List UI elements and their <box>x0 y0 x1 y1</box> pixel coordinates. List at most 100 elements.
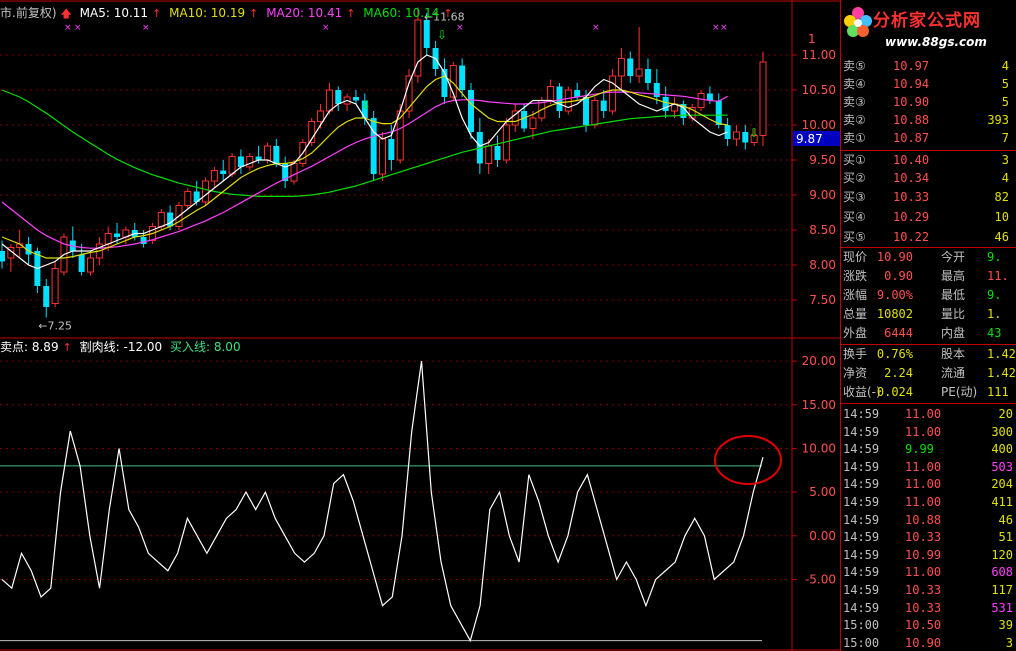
candle-body <box>529 117 537 129</box>
tick-row[interactable]: 14:59 11.00 300 <box>841 424 1016 440</box>
ask-row[interactable]: 卖① 10.87 7 <box>841 130 1016 146</box>
tick-time: 14:59 <box>843 477 880 492</box>
tick-volume: 3 <box>1005 635 1013 650</box>
candle-body <box>202 180 210 203</box>
bid-price: 10.22 <box>893 230 930 244</box>
info-key: 流通 <box>941 366 966 380</box>
y-tick-label: 8.00 <box>809 258 836 272</box>
tick-volume: 117 <box>991 583 1013 597</box>
tick-row[interactable]: 14:59 10.33 531 <box>841 600 1016 616</box>
tick-row[interactable]: 14:59 10.88 46 <box>841 512 1016 528</box>
quote-key: 今开 <box>941 250 966 264</box>
quote-key: 涨跌 <box>843 269 868 283</box>
y-tick-label: 1 <box>808 32 816 46</box>
ask-label: 卖④ <box>843 77 866 91</box>
signal-line <box>1 361 764 643</box>
bid-label: 买② <box>843 171 866 185</box>
candle-body <box>732 131 740 140</box>
tick-row[interactable]: 14:59 9.99 400 <box>841 441 1016 457</box>
tick-price: 11.00 <box>905 565 942 580</box>
y-tick-label: 20.00 <box>802 354 836 368</box>
site-logo: 分析家公式网 www.88gs.com <box>841 0 1016 58</box>
ask-label: 卖② <box>843 113 866 127</box>
bid-row[interactable]: 买① 10.40 3 <box>841 152 1016 168</box>
y-tick-label: 5.00 <box>809 485 836 499</box>
bid-volume: 3 <box>1001 153 1009 167</box>
candle-body <box>574 90 581 97</box>
tick-time: 14:59 <box>843 459 880 474</box>
divider <box>841 344 1016 345</box>
buy-arrow-icon: ⇩ <box>437 28 447 42</box>
ask-label: 卖⑤ <box>843 59 866 73</box>
tick-row[interactable]: 14:59 10.33 117 <box>841 582 1016 598</box>
up-arrow-icon: ↑ <box>443 7 453 20</box>
tick-price: 11.00 <box>905 407 942 421</box>
quote-value: 9.00% <box>876 288 913 302</box>
candle-body <box>459 65 466 90</box>
y-tick-label: 9.50 <box>809 153 836 167</box>
tick-time: 15:00 <box>843 618 880 633</box>
bid-row[interactable]: 买⑤ 10.22 46 <box>841 229 1016 245</box>
y-tick-label: 10.50 <box>802 83 836 97</box>
up-arrow-icon: ↑ <box>346 7 356 20</box>
signal-x-icon: × <box>592 23 600 33</box>
y-tick-label: 0.00 <box>809 529 836 543</box>
candle-body <box>627 58 634 76</box>
ask-label: 卖③ <box>843 95 866 109</box>
candle-body <box>583 97 590 125</box>
tick-volume: 411 <box>991 495 1013 509</box>
candle-body <box>104 233 112 245</box>
y-tick-label: 11.00 <box>802 48 836 62</box>
up-arrow-icon: 🡅 <box>60 7 72 20</box>
tick-row[interactable]: 14:59 11.00 608 <box>841 564 1016 580</box>
quote-value: 10802 <box>876 307 913 321</box>
tick-row[interactable]: 14:59 11.00 204 <box>841 476 1016 492</box>
sell-point-label: 卖点: 8.89 <box>0 340 59 354</box>
chart-area[interactable]: 11.00 10.50 10.00 9.50 9.00 8.50 8.00 7.50 1 9.87… <box>0 0 840 651</box>
tick-price: 10.33 <box>905 600 942 615</box>
y-tick-label: 8.50 <box>809 223 836 237</box>
candle-body <box>246 156 254 168</box>
bid-price: 10.29 <box>893 210 930 224</box>
bid-label: 买⑤ <box>843 230 866 244</box>
indicator-legend: 卖点: 8.89 ↑ 割肉线: -12.00 买入线: 8.00 <box>0 340 245 355</box>
tick-row[interactable]: 14:59 11.00 20 <box>841 406 1016 422</box>
current-price-tag: 9.87 <box>796 132 823 146</box>
tick-row[interactable]: 14:59 11.00 503 <box>841 459 1016 475</box>
ma10-label: MA10: 10.19 <box>169 6 246 20</box>
tick-row[interactable]: 14:59 10.99 120 <box>841 547 1016 563</box>
candle-body <box>697 93 705 108</box>
bid-row[interactable]: 买④ 10.29 10 <box>841 209 1016 225</box>
ask-volume: 5 <box>1001 77 1009 91</box>
tick-time: 14:59 <box>843 407 880 421</box>
candle-body <box>237 156 244 167</box>
ask-row[interactable]: 卖③ 10.90 5 <box>841 94 1016 110</box>
tick-volume: 204 <box>991 477 1013 492</box>
tick-row[interactable]: 14:59 11.00 411 <box>841 494 1016 510</box>
ask-row[interactable]: 卖⑤ 10.97 4 <box>841 58 1016 74</box>
main-chart-legend: 市.前复权) 🡅 MA5: 10.11 ↑ MA10: 10.19 ↑ MA20: 1… <box>0 6 457 21</box>
ask-volume: 7 <box>1001 131 1009 145</box>
ask-row[interactable]: 卖② 10.88 393 <box>841 112 1016 128</box>
tick-price: 11.00 <box>905 477 942 492</box>
tick-volume: 46 <box>998 512 1013 527</box>
tick-row[interactable]: 15:00 10.50 39 <box>841 617 1016 633</box>
ask-row[interactable]: 卖④ 10.94 5 <box>841 76 1016 92</box>
tick-price: 10.99 <box>905 547 942 562</box>
bid-row[interactable]: 买③ 10.33 82 <box>841 189 1016 205</box>
candle-body <box>157 212 165 227</box>
tick-volume: 503 <box>991 459 1013 474</box>
bid-row[interactable]: 买② 10.34 4 <box>841 170 1016 186</box>
tick-row[interactable]: 14:59 10.33 51 <box>841 529 1016 545</box>
tick-row[interactable]: 15:00 10.90 3 <box>841 635 1016 651</box>
candle-body <box>86 257 94 273</box>
buy-arrow-icon: ⇩ <box>749 126 759 140</box>
up-arrow-icon: ↑ <box>249 7 259 20</box>
tick-price: 11.00 <box>905 424 942 439</box>
bid-price: 10.33 <box>893 190 930 204</box>
ask-price: 10.90 <box>893 95 930 109</box>
bid-volume: 10 <box>994 210 1009 224</box>
candle-body <box>220 170 227 174</box>
tick-price: 10.33 <box>905 530 942 545</box>
candle-body <box>184 191 192 206</box>
